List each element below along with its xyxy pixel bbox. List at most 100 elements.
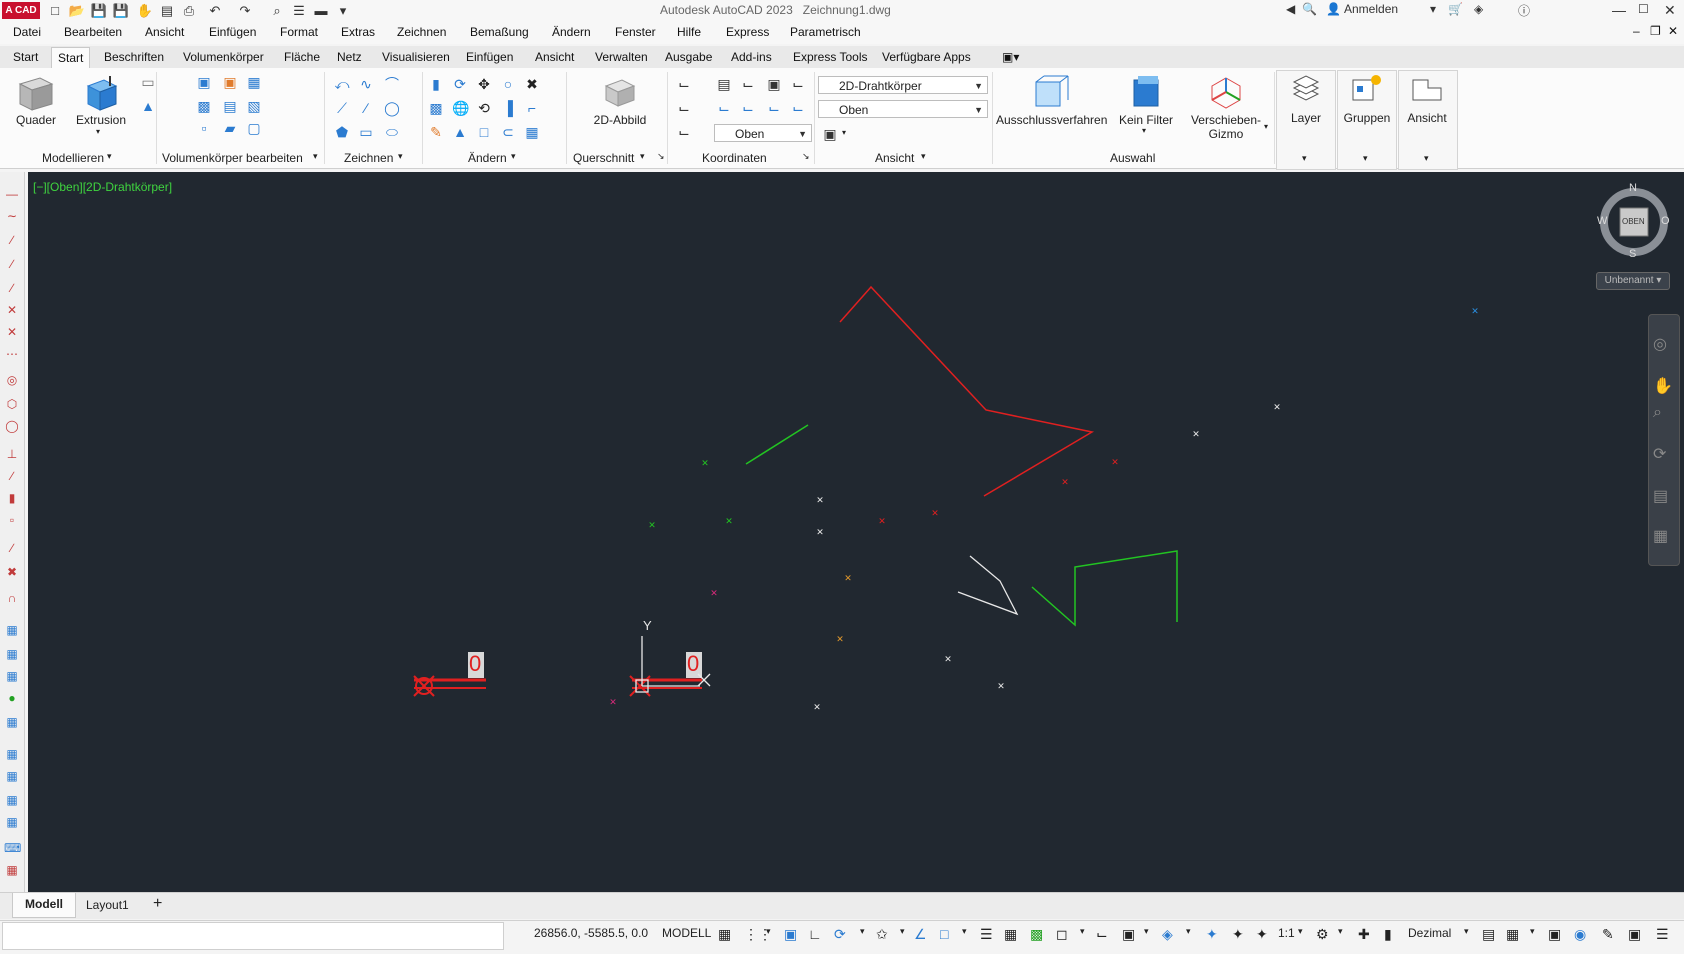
tab-einfuegen[interactable]: Einfügen (466, 50, 513, 64)
polar-tracking-icon[interactable]: ⟳ (834, 926, 846, 943)
tool-hex-icon[interactable]: ⬡ (4, 396, 20, 412)
tool-insert-icon[interactable]: ▦ (4, 646, 20, 662)
stretch-icon[interactable]: ▐ (500, 100, 516, 116)
tool-hatch-icon[interactable]: ∕ (4, 468, 20, 484)
lock-ui-dropdown-icon[interactable]: ▾ (1530, 926, 1535, 937)
maximize-icon[interactable]: ☐ (1638, 2, 1649, 16)
ucs-origin-icon[interactable]: ⌙ (676, 124, 692, 140)
steering-wheel-icon[interactable]: ◎ (1653, 334, 1667, 354)
pan-icon[interactable]: ✋ (1653, 376, 1673, 396)
move-gizmo-label[interactable]: Verschieben- Gizmo (1188, 113, 1264, 141)
tool-text-icon[interactable]: ⌨ (4, 840, 21, 856)
tab-start-1[interactable]: Start (13, 50, 38, 64)
properties-icon[interactable]: ☰ (290, 2, 308, 20)
subtract-icon[interactable]: ▣ (222, 74, 238, 90)
polyline-icon[interactable]: ⤺ (334, 76, 350, 92)
isodraft-icon[interactable]: ✩ (876, 926, 888, 943)
isolate-objects-icon[interactable]: ▣ (1548, 926, 1561, 943)
tab-express-tools[interactable]: Express Tools (793, 50, 867, 64)
tool-polygon-icon[interactable]: ∕ (4, 256, 20, 272)
zeichnen-expand-icon[interactable]: ▾ (398, 151, 403, 162)
menu-fenster[interactable]: Fenster (615, 25, 656, 39)
layer-label[interactable]: Layer (1278, 111, 1334, 125)
tab-model[interactable]: Modell (12, 893, 76, 918)
zoom-window-icon[interactable]: ⌕ (268, 2, 286, 20)
quader-label[interactable]: Quader (10, 113, 62, 127)
modellieren-expand-icon[interactable]: ▾ (107, 151, 112, 162)
menu-bearbeiten[interactable]: Bearbeiten (64, 25, 122, 39)
tab-verwalten[interactable]: Verwalten (595, 50, 648, 64)
tool-rect-icon[interactable]: ∕ (4, 280, 20, 296)
workspace-dropdown-icon[interactable]: ▾ (1338, 926, 1343, 937)
3d-osnap-icon[interactable]: ◻ (1056, 926, 1068, 943)
3d-array-icon[interactable]: 🌐 (452, 100, 469, 116)
close-icon[interactable]: ✕ (1664, 2, 1676, 19)
annotation-scale-icon[interactable]: ✦ (1256, 926, 1268, 943)
annotation-scale-value[interactable]: 1:1 (1278, 926, 1295, 940)
offset-icon[interactable]: ⊂ (500, 124, 516, 140)
open-file-icon[interactable]: 📂 (68, 2, 86, 20)
querschnitt-launcher-icon[interactable]: ↘ (657, 151, 665, 162)
selection-filter-dropdown-icon[interactable]: ▾ (1144, 926, 1149, 937)
gizmo-dropdown-icon[interactable]: ▾ (1186, 926, 1191, 937)
gizmo-icon[interactable]: ◈ (1162, 926, 1173, 943)
compass-west[interactable]: W (1597, 215, 1607, 227)
menu-einfuegen[interactable]: Einfügen (209, 25, 256, 39)
tab-layout1[interactable]: Layout1 (86, 898, 129, 912)
separate-icon[interactable]: ▢ (246, 120, 262, 136)
undo-icon[interactable]: ↶ (206, 2, 224, 20)
scale-dropdown-icon[interactable]: ▾ (1298, 926, 1303, 937)
doc-minimize-icon[interactable]: – (1633, 24, 1640, 38)
tab-ansicht[interactable]: Ansicht (535, 50, 574, 64)
workspace-gear-icon[interactable]: ⚙ (1316, 926, 1329, 943)
selection-filter-icon[interactable]: ▣ (1122, 926, 1135, 943)
no-filter-label[interactable]: Kein Filter (1112, 113, 1180, 127)
snap-dropdown-icon[interactable]: ▾ (766, 926, 771, 937)
tool-wblock-icon[interactable]: ● (4, 690, 20, 706)
save-as-icon[interactable]: 💾 (112, 2, 130, 20)
ucs-combo[interactable]: Oben ▼ (714, 124, 812, 142)
tool-point-icon[interactable]: ⊥ (4, 446, 20, 462)
grid-icon[interactable]: ▦ (718, 926, 731, 943)
add-layout-button[interactable]: + (153, 895, 162, 913)
isodraft-dropdown-icon[interactable]: ▾ (900, 926, 905, 937)
tool-layout-icon[interactable]: ▦ (4, 792, 20, 808)
wcs-menu[interactable]: Unbenannt ▾ (1596, 272, 1670, 290)
units-icon[interactable]: ▮ (1384, 926, 1392, 943)
tab-netz[interactable]: Netz (337, 50, 362, 64)
groups-icon[interactable] (1350, 74, 1382, 104)
extrude-icon[interactable] (82, 74, 122, 112)
ansicht-expand-icon[interactable]: ▾ (921, 151, 926, 162)
sheet-icon[interactable]: ▤ (158, 2, 176, 20)
tool-revcloud-icon[interactable]: ◯ (4, 418, 20, 434)
tab-ausgabe[interactable]: Ausgabe (665, 50, 712, 64)
shell-icon[interactable]: ▰ (222, 120, 238, 136)
units-dropdown-icon[interactable]: ▾ (1464, 926, 1469, 937)
annotation-visibility-icon[interactable]: ✦ (1206, 926, 1218, 943)
tab-visualisieren[interactable]: Visualisieren (382, 50, 450, 64)
object-snap-icon[interactable]: □ (940, 926, 948, 942)
tool-circle-icon[interactable]: ✕ (4, 324, 20, 340)
box-icon[interactable] (16, 74, 56, 112)
transparency-icon[interactable]: ▦ (1004, 926, 1017, 943)
presspull-icon[interactable]: ▲ (140, 98, 156, 114)
thicken-icon[interactable]: ▫ (196, 120, 212, 136)
tool-dot-icon[interactable]: ▫ (4, 512, 20, 528)
lock-ui-icon[interactable]: ▦ (1506, 926, 1519, 943)
ortho-icon[interactable]: ∟ (808, 926, 822, 942)
tool-ring-icon[interactable]: ◎ (4, 372, 20, 388)
panel-title-koordinaten[interactable]: Koordinaten (702, 151, 767, 165)
pan-hand-icon[interactable]: ✋ (136, 2, 154, 20)
view-combo[interactable]: Oben ▼ (818, 100, 988, 118)
tool-snap-icon[interactable]: ∕ (4, 540, 20, 556)
cart-icon[interactable]: 🛒 (1448, 2, 1463, 16)
panel-title-zeichnen[interactable]: Zeichnen (344, 151, 393, 165)
customize-qa-icon[interactable]: ▾ (334, 2, 352, 20)
culling-icon[interactable] (1030, 74, 1070, 110)
viewcube-face-oben[interactable]: OBEN (1622, 217, 1645, 226)
ucs-icon[interactable]: ⌙ (676, 76, 692, 92)
quick-properties-icon[interactable]: ▤ (1482, 926, 1495, 943)
menu-extras[interactable]: Extras (341, 25, 375, 39)
menu-hilfe[interactable]: Hilfe (677, 25, 701, 39)
ucs-named-icon[interactable]: ⌙ (676, 100, 692, 116)
